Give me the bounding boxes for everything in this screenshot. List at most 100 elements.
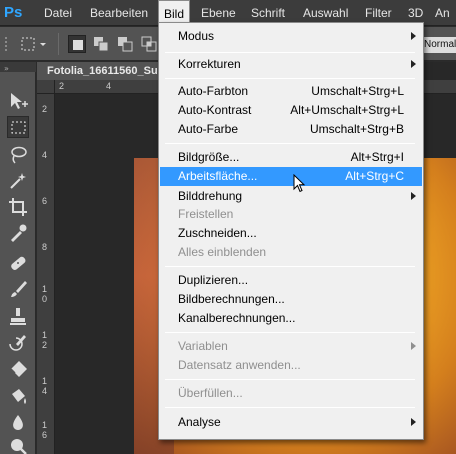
menu-item-datensatz-anwenden: Datensatz anwenden...: [160, 356, 422, 375]
subtract-selection-icon[interactable]: [116, 35, 134, 53]
paint-bucket-tool-icon[interactable]: [7, 386, 29, 408]
crop-tool-icon[interactable]: [7, 196, 29, 218]
menu-item-arbeitsflaeche[interactable]: Arbeitsfläche... Alt+Strg+C: [160, 167, 422, 186]
menu-item-label: Alles einblenden: [178, 245, 267, 259]
menu-bearbeiten[interactable]: Bearbeiten: [85, 0, 153, 26]
new-selection-icon[interactable]: [68, 35, 86, 53]
menu-item-modus[interactable]: Modus: [160, 27, 422, 46]
menu-item-ueberfuellen: Überfüllen...: [160, 384, 422, 403]
menu-item-zuschneiden[interactable]: Zuschneiden...: [160, 224, 422, 243]
menu-item-label: Zuschneiden...: [178, 226, 257, 240]
menu-item-bildberechnungen[interactable]: Bildberechnungen...: [160, 290, 422, 309]
menu-item-label: Auto-Farbe: [178, 122, 239, 136]
menu-item-duplizieren[interactable]: Duplizieren...: [160, 271, 422, 290]
menu-item-shortcut: Umschalt+Strg+L: [311, 84, 404, 98]
eraser-tool-icon[interactable]: [7, 358, 29, 380]
eyedropper-tool-icon[interactable]: [7, 222, 29, 244]
menu-separator: [165, 143, 415, 144]
ruler-tick-label: 2: [42, 340, 48, 350]
menu-item-label: Modus: [178, 29, 215, 43]
menu-separator: [165, 78, 415, 79]
menu-item-kanalberechnungen[interactable]: Kanalberechnungen...: [160, 309, 422, 328]
menu-separator: [165, 332, 415, 333]
marquee-tool-icon[interactable]: [7, 116, 29, 138]
menu-item-label: Datensatz anwenden...: [178, 358, 301, 372]
menu-item-shortcut: Alt+Strg+I: [350, 150, 404, 164]
submenu-arrow-icon: [411, 418, 416, 426]
ruler-tick-label: 1: [42, 330, 48, 340]
brush-tool-icon[interactable]: [7, 278, 29, 300]
menu-item-label: Kanalberechnungen...: [178, 311, 296, 325]
menu-item-bilddrehung[interactable]: Bilddrehung: [160, 187, 422, 206]
submenu-arrow-icon: [411, 60, 416, 68]
blend-mode-dropdown[interactable]: Normal: [420, 37, 456, 53]
document-tab[interactable]: Fotolia_16611560_Sub: [37, 62, 167, 80]
tools-panel-header[interactable]: »: [0, 62, 36, 73]
menu-item-korrekturen[interactable]: Korrekturen: [160, 55, 422, 74]
history-brush-tool-icon[interactable]: [7, 332, 29, 354]
ruler-tick-label: 1: [42, 284, 48, 294]
menu-item-label: Auto-Kontrast: [178, 103, 252, 117]
menu-item-analyse[interactable]: Analyse: [160, 413, 422, 432]
ruler-left: 2 4 6 8 1 0 1 2 1 4 1 6: [37, 94, 55, 454]
ruler-tick-label: 0: [42, 294, 48, 304]
healing-brush-tool-icon[interactable]: [7, 252, 29, 274]
move-tool-icon[interactable]: [7, 90, 29, 112]
menu-datei[interactable]: Datei: [39, 0, 77, 26]
ruler-tick-label: 6: [42, 196, 48, 206]
menu-item-bildgroesse[interactable]: Bildgröße... Alt+Strg+I: [160, 148, 422, 167]
ruler-corner: [37, 80, 55, 94]
submenu-arrow-icon: [411, 192, 416, 200]
menu-item-freistellen: Freistellen: [160, 205, 422, 224]
ruler-tick-label: 1: [42, 420, 48, 430]
menu-item-auto-kontrast[interactable]: Auto-Kontrast Alt+Umschalt+Strg+L: [160, 101, 422, 120]
menu-item-label: Variablen: [178, 339, 228, 353]
menu-item-label: Arbeitsfläche...: [178, 169, 258, 183]
menu-item-label: Korrekturen: [178, 57, 241, 71]
menu-separator: [165, 52, 415, 53]
menu-item-shortcut: Umschalt+Strg+B: [309, 122, 404, 136]
menu-analyse-truncated[interactable]: An: [430, 0, 455, 26]
menu-item-label: Freistellen: [178, 207, 234, 221]
photoshop-logo: Ps: [4, 4, 23, 21]
menu-item-shortcut: Alt+Umschalt+Strg+L: [290, 103, 404, 117]
clone-stamp-tool-icon[interactable]: [7, 306, 29, 328]
separator: [58, 33, 59, 55]
ruler-tick-label: 4: [42, 386, 48, 396]
tools-panel: »: [0, 62, 36, 454]
marquee-preset-icon[interactable]: [20, 35, 46, 53]
svg-text:»: »: [4, 64, 9, 73]
menu-item-label: Bildgröße...: [178, 150, 240, 164]
menu-item-auto-farbton[interactable]: Auto-Farbton Umschalt+Strg+L: [160, 82, 422, 101]
menu-item-variablen: Variablen: [160, 337, 422, 356]
ruler-tick-label: 2: [42, 104, 48, 114]
ruler-tick-label: 1: [42, 376, 48, 386]
ruler-tick-label: 4: [106, 81, 112, 91]
menu-separator: [165, 407, 415, 408]
menu-item-label: Bildberechnungen...: [178, 292, 285, 306]
menu-item-label: Duplizieren...: [178, 273, 249, 287]
menu-item-label: Überfüllen...: [178, 386, 243, 400]
menu-separator: [165, 379, 415, 380]
blur-tool-icon[interactable]: [7, 412, 29, 434]
mouse-cursor-icon: [293, 173, 307, 194]
lasso-tool-icon[interactable]: [7, 144, 29, 166]
bild-menu-dropdown: Modus Korrekturen Auto-Farbton Umschalt+…: [158, 22, 424, 440]
menu-item-alles-einblenden: Alles einblenden: [160, 243, 422, 262]
add-selection-icon[interactable]: [92, 35, 110, 53]
ruler-tick-label: 2: [59, 81, 65, 91]
dodge-tool-icon[interactable]: [7, 436, 29, 454]
submenu-arrow-icon: [411, 342, 416, 350]
menu-item-label: Analyse: [178, 415, 221, 429]
menu-item-auto-farbe[interactable]: Auto-Farbe Umschalt+Strg+B: [160, 120, 422, 139]
intersect-selection-icon[interactable]: [140, 35, 158, 53]
magic-wand-tool-icon[interactable]: [7, 170, 29, 192]
ruler-tick-label: 4: [42, 150, 48, 160]
menu-item-label: Auto-Farbton: [178, 84, 249, 98]
ruler-tick-label: 6: [42, 430, 48, 440]
menu-separator: [165, 266, 415, 267]
menu-item-label: Bilddrehung: [178, 189, 243, 203]
submenu-arrow-icon: [411, 32, 416, 40]
ruler-tick-label: 8: [42, 242, 48, 252]
menu-item-shortcut: Alt+Strg+C: [345, 169, 404, 183]
